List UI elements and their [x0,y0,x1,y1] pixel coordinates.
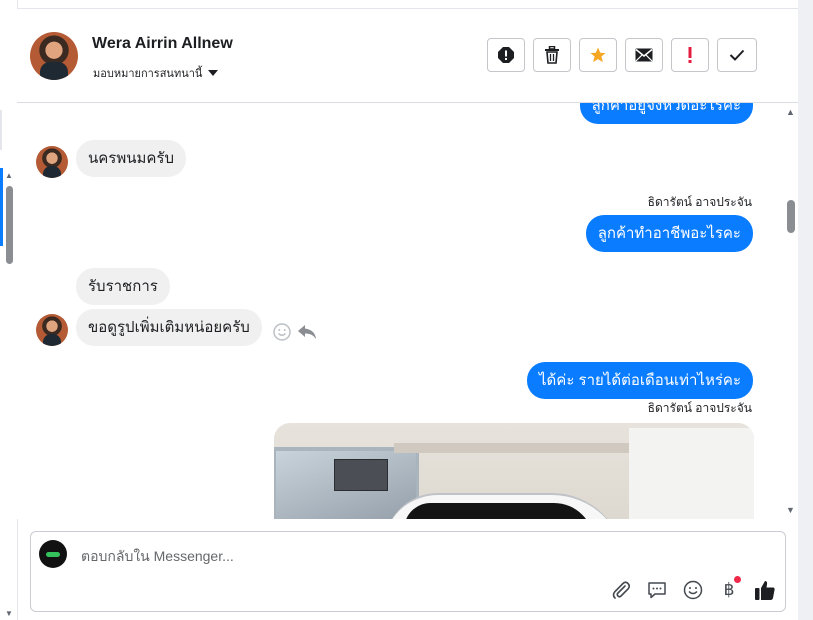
contact-avatar-small [36,146,68,178]
trash-icon [545,46,559,64]
delete-button[interactable] [533,38,571,72]
conversation-actions [487,38,757,72]
left-scroll-up-arrow-icon[interactable]: ▲ [5,171,13,180]
message-bubble-outgoing[interactable]: ลูกค้าทำอาชีพอะไรคะ [585,215,753,252]
message-bubble-outgoing[interactable]: ได้ค่ะ รายได้ต่อเดือนเท่าไหร่คะ [527,362,753,399]
chat-bubble-icon [648,582,666,599]
mail-icon [635,48,653,62]
panel-divider [0,110,2,150]
reply-icon[interactable] [297,323,317,341]
contact-avatar-small [36,314,68,346]
message-bubble-incoming[interactable]: ขอดูรูปเพิ่มเติมหน่อยครับ [76,309,262,346]
message-bubble-incoming[interactable]: รับราชการ [76,268,170,305]
conversation-header: Wera Airrin Allnew มอบหมายการสนทนานี้ [17,9,798,103]
photo-content [334,459,388,491]
payment-button[interactable]: ฿ [717,576,741,602]
check-icon [729,49,745,61]
attach-button[interactable] [609,578,633,602]
baht-icon: ฿ [723,580,735,600]
sender-name: ธิดารัตน์ อาจประจัน [647,401,752,415]
assign-label: มอบหมายการสนทนานี้ [93,68,203,80]
mark-unread-button[interactable] [625,38,663,72]
left-scrollbar-thumb[interactable] [6,186,13,264]
right-panel-edge [798,0,813,620]
thumbs-up-icon [755,581,775,600]
emoji-button[interactable] [681,578,705,602]
message-bubble-outgoing[interactable]: ลูกค้าอยู่จังหวัดอะไรคะ [579,103,753,124]
react-smiley-icon[interactable] [273,323,291,341]
photo-attachment[interactable] [274,423,754,519]
left-scroll-down-arrow-icon[interactable]: ▼ [5,609,13,618]
paperclip-icon [612,581,631,599]
photo-content [629,428,754,519]
notification-dot [734,576,741,583]
chat-scroll-down-arrow-icon[interactable]: ▼ [786,505,795,515]
chat-scroll-up-arrow-icon[interactable]: ▲ [786,107,795,117]
report-icon [498,47,514,63]
chat-scrollbar-thumb[interactable] [787,200,795,233]
selected-conversation-indicator [0,168,3,246]
reply-input[interactable] [79,544,743,568]
assign-conversation-dropdown[interactable]: มอบหมายการสนทนานี้ [93,64,219,82]
sender-name: ธิดารัตน์ อาจประจัน [647,195,752,209]
message-hover-tools [273,323,317,341]
caret-down-icon [208,70,219,76]
mark-done-button[interactable] [717,38,757,72]
contact-name[interactable]: Wera Airrin Allnew [92,35,233,53]
message-thread[interactable]: ลูกค้าอยู่จังหวัดอะไรคะ นครพนมครับ ธิดาร… [17,103,798,519]
reply-composer: ฿ [30,531,786,612]
contact-avatar[interactable] [30,32,78,80]
photo-content [404,503,594,519]
message-bubble-incoming[interactable]: นครพนมครับ [76,140,186,177]
like-button[interactable] [753,578,777,602]
star-icon [590,47,606,63]
report-button[interactable] [487,38,525,72]
composer-toolbar: ฿ [609,576,777,602]
exclamation-icon [688,47,692,63]
saved-replies-button[interactable] [645,578,669,602]
mark-spam-button[interactable] [671,38,709,72]
smiley-icon [683,580,703,600]
page-avatar [39,540,67,568]
star-button[interactable] [579,38,617,72]
left-panel-edge [0,0,18,620]
